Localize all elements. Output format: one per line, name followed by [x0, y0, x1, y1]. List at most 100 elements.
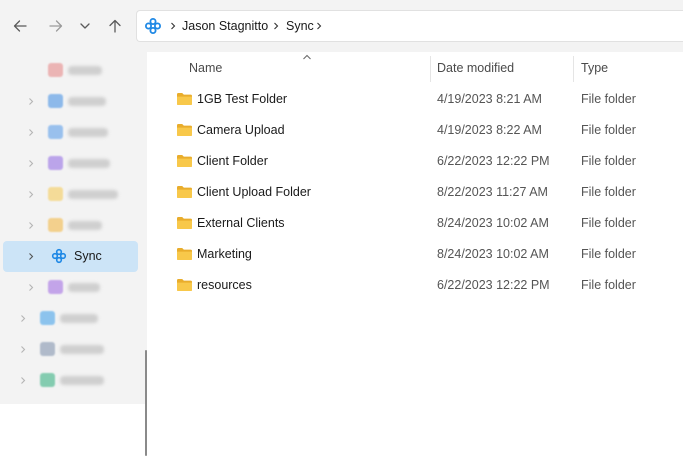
cloud-icon: [48, 94, 63, 108]
sidebar-item-saved-games[interactable]: [0, 179, 138, 210]
file-name: Camera Upload: [197, 123, 285, 137]
back-button[interactable]: [8, 14, 32, 38]
table-row[interactable]: Client Upload Folder 8/22/2023 11:27 AM Fi…: [170, 177, 683, 208]
file-date-modified: 4/19/2023 8:21 AM: [437, 92, 542, 106]
sync-cloud-icon: [145, 18, 161, 34]
sidebar-item-label: Sync: [74, 249, 102, 263]
sidebar-item-label: [68, 221, 102, 230]
sidebar-item-videos[interactable]: [0, 272, 138, 303]
sidebar-item-label: [68, 66, 102, 75]
file-date-modified: 8/24/2023 10:02 AM: [437, 216, 549, 230]
table-row[interactable]: Client Folder 6/22/2023 12:22 PM File fold…: [170, 146, 683, 177]
expand-chevron-icon[interactable]: [27, 128, 35, 137]
file-date-modified: 8/24/2023 10:02 AM: [437, 247, 549, 261]
sidebar-item-desktop[interactable]: [0, 303, 138, 334]
expand-chevron-icon[interactable]: [19, 345, 27, 354]
music-icon: [48, 63, 63, 77]
file-type: File folder: [581, 247, 636, 261]
downloads-icon: [40, 373, 55, 387]
documents-icon: [40, 342, 55, 356]
file-list-view: Name Date modified Type 1GB Test Folder 4…: [158, 52, 683, 404]
chevron-down-icon: [80, 23, 90, 29]
videos-icon: [48, 280, 63, 294]
column-header-date-modified[interactable]: Date modified: [437, 52, 514, 84]
sidebar-item-label: [68, 97, 106, 106]
breadcrumb-jason-stagnitto[interactable]: Jason Stagnitto: [182, 11, 268, 41]
expand-chevron-icon[interactable]: [27, 283, 35, 292]
up-button[interactable]: [103, 14, 127, 38]
title-toolbar: Jason Stagnitto Sync: [0, 0, 683, 52]
address-bar[interactable]: Jason Stagnitto Sync: [136, 10, 683, 42]
file-name: resources: [197, 278, 252, 292]
file-name: Client Folder: [197, 154, 268, 168]
sidebar-item-pictures[interactable]: [0, 117, 138, 148]
folder-icon: [177, 155, 192, 167]
breadcrumb-chevron-icon[interactable]: [314, 21, 324, 31]
sidebar-item-label: [60, 345, 104, 354]
file-date-modified: 6/22/2023 12:22 PM: [437, 278, 550, 292]
drive-icon: [48, 156, 63, 170]
expand-chevron-icon[interactable]: [27, 97, 35, 106]
sidebar-item-label: [68, 190, 118, 199]
expand-chevron-icon[interactable]: [19, 314, 27, 323]
forward-button[interactable]: [44, 14, 68, 38]
sort-ascending-icon: [303, 54, 311, 60]
file-name: External Clients: [197, 216, 285, 230]
file-name: Marketing: [197, 247, 252, 261]
sidebar-item-downloads[interactable]: [0, 365, 138, 396]
breadcrumb-chevron-icon: [171, 22, 176, 30]
breadcrumb-sync[interactable]: Sync: [286, 11, 314, 41]
expand-chevron-icon[interactable]: [27, 159, 35, 168]
column-header-type[interactable]: Type: [581, 52, 608, 84]
recent-locations-button[interactable]: [73, 14, 97, 38]
file-type: File folder: [581, 154, 636, 168]
pictures-icon: [48, 125, 63, 139]
arrow-left-icon: [13, 20, 27, 32]
folder-icon: [177, 124, 192, 136]
sidebar-item-music[interactable]: [0, 55, 138, 86]
column-divider[interactable]: [573, 56, 574, 82]
table-row[interactable]: resources 6/22/2023 12:22 PM File folder: [170, 270, 683, 301]
sidebar-item-documents[interactable]: [0, 334, 138, 365]
search-folder-icon: [48, 218, 63, 232]
table-row[interactable]: Camera Upload 4/19/2023 8:22 AM File folde…: [170, 115, 683, 146]
file-date-modified: 4/19/2023 8:22 AM: [437, 123, 542, 137]
sidebar-item-label: [60, 314, 98, 323]
arrow-up-icon: [109, 19, 121, 33]
sidebar-item-label: [68, 159, 110, 168]
table-row[interactable]: 1GB Test Folder 4/19/2023 8:21 AM File fol…: [170, 84, 683, 115]
file-type: File folder: [581, 123, 636, 137]
file-date-modified: 8/22/2023 11:27 AM: [437, 185, 548, 199]
expand-chevron-icon[interactable]: [19, 376, 27, 385]
file-type: File folder: [581, 185, 636, 199]
sidebar-item-proton-drive[interactable]: [0, 148, 138, 179]
folder-icon: [177, 93, 192, 105]
expand-chevron-icon[interactable]: [27, 221, 35, 230]
sidebar-item-label: [68, 283, 100, 292]
table-row[interactable]: Marketing 8/24/2023 10:02 AM File folder: [170, 239, 683, 270]
sidebar-item-label: [60, 376, 104, 385]
sidebar-item-sync[interactable]: Sync: [3, 241, 138, 272]
expand-chevron-icon[interactable]: [27, 252, 35, 261]
folder-icon: [177, 279, 192, 291]
navigation-pane: Sync: [0, 52, 147, 456]
folder-icon: [177, 217, 192, 229]
column-header-name[interactable]: Name: [189, 52, 222, 84]
folder-icon: [48, 187, 63, 201]
sidebar-item-onedrive[interactable]: [0, 86, 138, 117]
file-name: Client Upload Folder: [197, 185, 311, 199]
file-date-modified: 6/22/2023 12:22 PM: [437, 154, 550, 168]
file-type: File folder: [581, 92, 636, 106]
sidebar-item-searches[interactable]: [0, 210, 138, 241]
column-divider[interactable]: [430, 56, 431, 82]
sidebar-scrollbar[interactable]: [145, 350, 147, 456]
breadcrumb-chevron-icon[interactable]: [271, 21, 281, 31]
folder-icon: [177, 186, 192, 198]
folder-icon: [177, 248, 192, 260]
arrow-right-icon: [49, 20, 63, 32]
expand-chevron-icon[interactable]: [27, 190, 35, 199]
table-row[interactable]: External Clients 8/24/2023 10:02 AM File f…: [170, 208, 683, 239]
file-type: File folder: [581, 278, 636, 292]
desktop-icon: [40, 311, 55, 325]
file-name: 1GB Test Folder: [197, 92, 288, 106]
